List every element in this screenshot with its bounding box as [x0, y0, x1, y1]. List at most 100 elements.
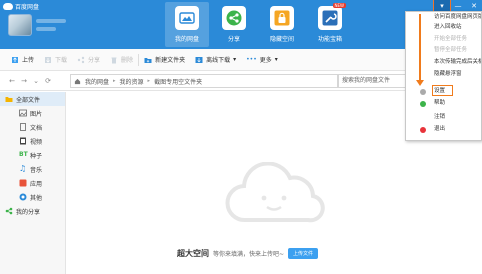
nav-share-label: 分享: [227, 36, 240, 43]
baidu-cloud-logo-icon: [3, 3, 13, 10]
menu-item-web-version[interactable]: 访问百度网盘网页版: [406, 13, 481, 22]
breadcrumb-item[interactable]: 我的网盘: [85, 77, 109, 86]
user-panel[interactable]: [8, 14, 66, 36]
sidebar-item-my-shares[interactable]: 我的分享: [0, 204, 65, 218]
nav-my-disk[interactable]: 我的网盘: [165, 2, 209, 47]
breadcrumb-item[interactable]: 截图专用空文件夹: [154, 77, 202, 86]
sidebar-item-torrents[interactable]: BT 种子: [0, 148, 65, 162]
video-icon: [20, 137, 26, 145]
sidebar-item-label: 文档: [30, 124, 43, 132]
sidebar: 全部文件 图片 文档 视频 BT 种子 ♫ 音乐 应用 其他 我的分享: [0, 92, 66, 274]
back-arrow-icon[interactable]: ←: [6, 77, 18, 85]
nav-hidden-space-label: 隐藏空间: [269, 36, 294, 43]
share-button[interactable]: 分享: [72, 52, 105, 68]
folder-icon: [5, 97, 13, 102]
menu-item-logout[interactable]: 注销: [406, 113, 481, 122]
menu-item-settings[interactable]: 设置: [406, 87, 481, 96]
home-icon[interactable]: [74, 78, 81, 85]
offline-download-button[interactable]: 离线下载 ▾: [190, 52, 241, 68]
delete-button[interactable]: 删除: [105, 52, 138, 68]
power-icon: [420, 127, 426, 133]
empty-state-text: 等你来填满，快来上传吧~: [213, 251, 285, 258]
document-icon: [20, 123, 26, 131]
more-icon: •••: [246, 56, 257, 63]
help-icon: [420, 101, 426, 107]
sidebar-item-label: 种子: [30, 152, 43, 160]
new-badge: NEW: [332, 3, 346, 8]
new-folder-button[interactable]: 新建文件夹: [139, 52, 190, 68]
trash-icon: [111, 57, 117, 63]
minimize-button[interactable]: —: [450, 0, 466, 11]
settings-dropdown-menu: 访问百度网盘网页版 进入回收站 开始全部任务 暂停全部任务 本次传输完成后关机 …: [405, 11, 482, 141]
nav-toolbox[interactable]: NEW 功能宝箱: [308, 3, 352, 46]
breadcrumb-separator-icon: ▸: [147, 78, 151, 84]
sidebar-item-apps[interactable]: 应用: [0, 176, 65, 190]
menu-dropdown-button[interactable]: ▾: [433, 0, 451, 12]
breadcrumb-separator-icon: ▸: [113, 78, 116, 84]
new-folder-icon: [144, 57, 152, 63]
download-icon: [45, 56, 52, 63]
new-folder-label: 新建文件夹: [155, 57, 186, 64]
more-button[interactable]: ••• 更多 ▾: [241, 52, 283, 68]
empty-state-message: 超大空间 等你来填满，快来上传吧~ 上传文件: [177, 248, 319, 259]
annotation-arrow-head: [416, 80, 424, 86]
nav-my-disk-label: 我的网盘: [174, 36, 199, 43]
sidebar-item-images[interactable]: 图片: [0, 106, 65, 120]
nav-share[interactable]: 分享: [212, 6, 256, 46]
sidebar-item-other[interactable]: 其他: [0, 190, 65, 204]
gear-icon: [420, 89, 426, 95]
sidebar-item-label: 全部文件: [16, 96, 41, 104]
share-icon: [5, 207, 13, 215]
sidebar-item-label: 音乐: [30, 166, 43, 174]
music-icon: ♫: [19, 164, 27, 173]
other-files-icon: [19, 193, 27, 201]
cloud-disk-icon: [175, 6, 199, 30]
sidebar-item-documents[interactable]: 文档: [0, 120, 65, 134]
upload-files-button[interactable]: 上传文件: [288, 248, 319, 259]
sidebar-item-all-files[interactable]: 全部文件: [0, 92, 65, 106]
menu-item-exit[interactable]: 退出: [406, 125, 481, 134]
avatar[interactable]: [8, 14, 32, 36]
share-toolbar-icon: [77, 56, 85, 63]
nav-hidden-space[interactable]: 隐藏空间: [260, 6, 304, 46]
app-brand: 百度网盘: [3, 2, 39, 11]
history-dropdown-icon[interactable]: ⌄: [30, 77, 42, 85]
download-button[interactable]: 下载: [39, 52, 72, 68]
offline-download-label: 离线下载: [206, 57, 231, 64]
menu-item-exit-label: 退出: [434, 126, 446, 132]
menu-item-help-label: 帮助: [434, 100, 446, 106]
empty-cloud-icon: [225, 162, 325, 223]
breadcrumb-item[interactable]: 我的资源: [120, 77, 144, 86]
lock-icon: [270, 6, 294, 30]
close-button[interactable]: ✕: [466, 0, 482, 11]
chevron-down-icon: ▾: [274, 56, 278, 63]
sidebar-item-videos[interactable]: 视频: [0, 134, 65, 148]
menu-item-recycle-bin[interactable]: 进入回收站: [406, 23, 481, 32]
toolbox-icon: NEW: [318, 3, 346, 30]
sidebar-item-label: 视频: [30, 138, 43, 146]
sidebar-item-music[interactable]: ♫ 音乐: [0, 162, 65, 176]
app-name: 百度网盘: [15, 4, 40, 11]
share-icon: [222, 6, 246, 30]
more-label: 更多: [259, 57, 272, 64]
share-label: 分享: [88, 57, 101, 64]
app-icon: [19, 179, 27, 187]
sidebar-item-label: 其他: [30, 194, 43, 202]
menu-item-settings-label: 设置: [434, 88, 446, 94]
username-redacted: [36, 19, 66, 23]
menu-item-hide-floating[interactable]: 隐藏悬浮窗: [406, 70, 481, 79]
sidebar-item-label: 图片: [30, 110, 43, 118]
forward-arrow-icon[interactable]: →: [18, 77, 30, 85]
sidebar-item-label: 我的分享: [16, 208, 41, 216]
user-level-redacted: [36, 27, 56, 31]
window-controls: ▾ — ✕: [433, 0, 482, 12]
menu-item-shutdown-after[interactable]: 本次传输完成后关机: [406, 58, 481, 67]
upload-label: 上传: [22, 57, 35, 64]
breadcrumb: 我的网盘 ▸ 我的资源 ▸ 截图专用空文件夹: [70, 74, 338, 88]
image-icon: [19, 109, 27, 117]
offline-download-icon: [195, 56, 203, 63]
refresh-icon[interactable]: ⟳: [42, 77, 54, 85]
upload-icon: [12, 56, 18, 63]
upload-button[interactable]: 上传: [6, 52, 39, 68]
menu-item-help[interactable]: 帮助: [406, 99, 481, 108]
